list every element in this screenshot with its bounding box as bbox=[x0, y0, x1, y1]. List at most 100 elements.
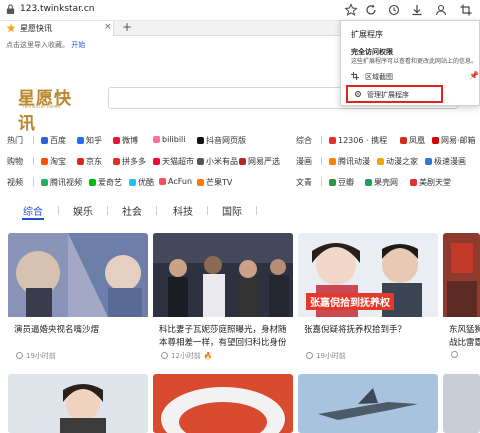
site-logo[interactable]: 星愿快讯 Twinkstar News bbox=[18, 82, 88, 134]
nav-link-acfun[interactable]: AcFun bbox=[159, 177, 192, 186]
nav-row-shopping: 购物 淘宝 京东 拼多多 天猫超市 小米有品 网易严选 漫画 腾讯动漫 动漫之家… bbox=[0, 156, 480, 170]
tab-international[interactable]: 国际 bbox=[222, 203, 242, 218]
nav-category: 热门 bbox=[7, 136, 23, 145]
nav-category: 购物 bbox=[7, 157, 23, 166]
tab-title: 星愿快讯 bbox=[20, 24, 52, 33]
nav-category: 综合 bbox=[296, 136, 312, 145]
jd-icon bbox=[77, 158, 84, 165]
crop-screenshot-icon[interactable] bbox=[459, 3, 473, 17]
address-bar: 123.twinkstar.cn bbox=[0, 0, 480, 21]
nav-link-meiju[interactable]: 美剧天堂 bbox=[410, 177, 451, 188]
guokr-icon bbox=[365, 179, 372, 186]
tab-active[interactable]: 星愿快讯 × bbox=[0, 21, 114, 36]
clock-icon bbox=[161, 352, 168, 359]
nav-link-mgtv[interactable]: 芒果TV bbox=[197, 177, 232, 188]
nav-link-youku[interactable]: 优酷 bbox=[129, 177, 154, 188]
tab-general[interactable]: 综合 bbox=[23, 203, 43, 218]
pin-icon[interactable]: 📌 bbox=[469, 71, 479, 80]
yanxuan-icon bbox=[239, 158, 246, 165]
nav-category: 文青 bbox=[296, 178, 312, 187]
clock-icon bbox=[16, 352, 23, 359]
full-access-heading: 完全访问权限 bbox=[351, 48, 393, 56]
url-text[interactable]: 123.twinkstar.cn bbox=[20, 4, 94, 14]
news-card[interactable]: 东风猛狮战比雷霆 bbox=[443, 233, 480, 368]
pinduoduo-icon bbox=[113, 158, 120, 165]
new-tab-button[interactable]: + bbox=[122, 20, 132, 34]
tencent-video-icon bbox=[41, 179, 48, 186]
history-icon[interactable] bbox=[387, 3, 401, 17]
nav-link-douyin[interactable]: 抖音网页版 bbox=[197, 135, 246, 146]
news-thumbnail bbox=[153, 233, 293, 317]
douban-icon bbox=[329, 179, 336, 186]
jisu-comic-icon bbox=[425, 158, 432, 165]
news-thumbnail bbox=[8, 374, 148, 433]
news-card[interactable] bbox=[8, 374, 148, 433]
nav-link-weibo[interactable]: 微博 bbox=[113, 135, 138, 146]
nav-link-tencent-comic[interactable]: 腾讯动漫 bbox=[329, 156, 370, 167]
nav-link-guokr[interactable]: 果壳网 bbox=[365, 177, 398, 188]
nav-link-douban[interactable]: 豆瓣 bbox=[329, 177, 354, 188]
star-icon[interactable] bbox=[344, 3, 358, 17]
tab-society[interactable]: 社会 bbox=[122, 203, 142, 218]
full-access-description: 这些扩展程序可以查看和更改此网站上的信息。 bbox=[351, 58, 478, 65]
tencent-comic-icon bbox=[329, 158, 336, 165]
nav-link-netease[interactable]: 网易·邮箱 bbox=[432, 135, 476, 146]
news-card[interactable]: 张嘉倪拾到抚养权 张嘉倪疑将抚养权拾到手？ 19小时前 bbox=[298, 233, 438, 368]
nav-link-zhihu[interactable]: 知乎 bbox=[77, 135, 102, 146]
meiju-icon bbox=[410, 179, 417, 186]
download-icon[interactable] bbox=[410, 3, 424, 17]
refresh-icon[interactable] bbox=[364, 3, 378, 17]
category-tabs: 综合 娱乐 社会 科技 国际 bbox=[0, 203, 480, 221]
extensions-popup: 扩展程序 完全访问权限 这些扩展程序可以查看和更改此网站上的信息。 区域截图 📌… bbox=[340, 20, 480, 106]
iqiyi-icon bbox=[89, 179, 96, 186]
news-thumbnail bbox=[298, 374, 438, 433]
news-card[interactable] bbox=[153, 374, 293, 433]
tab-technology[interactable]: 科技 bbox=[173, 203, 193, 218]
news-thumbnail bbox=[8, 233, 148, 317]
tmall-icon bbox=[153, 158, 160, 165]
nav-category: 视频 bbox=[7, 178, 23, 187]
crop-icon bbox=[351, 72, 359, 80]
tab-entertainment[interactable]: 娱乐 bbox=[73, 203, 93, 218]
nav-link-tmall[interactable]: 天猫超市 bbox=[153, 156, 194, 167]
tab-close-icon[interactable]: × bbox=[104, 22, 112, 32]
baidu-icon bbox=[41, 137, 48, 144]
dmzj-icon bbox=[377, 158, 384, 165]
youpin-icon bbox=[197, 158, 204, 165]
nav-link-ifeng[interactable]: 凤凰 bbox=[400, 135, 425, 146]
news-card[interactable] bbox=[443, 374, 480, 433]
nav-link-iqiyi[interactable]: 爱奇艺 bbox=[89, 177, 122, 188]
nav-link-yanxuan[interactable]: 网易严选 bbox=[239, 156, 280, 167]
nav-link-pinduoduo[interactable]: 拼多多 bbox=[113, 156, 146, 167]
nav-link-dmzj[interactable]: 动漫之家 bbox=[377, 156, 418, 167]
nav-row-hot: 热门 百度 知乎 微博 bilibili 抖音网页版 综合 12306 · 携程… bbox=[0, 135, 480, 149]
nav-link-bilibili[interactable]: bilibili bbox=[153, 135, 186, 144]
thumbnail-caption: 张嘉倪拾到抚养权 bbox=[306, 293, 394, 310]
nav-link-baidu[interactable]: 百度 bbox=[41, 135, 66, 146]
nav-category: 漫画 bbox=[296, 157, 312, 166]
clock-icon bbox=[451, 351, 458, 358]
nav-link-jisu-comic[interactable]: 极速漫画 bbox=[425, 156, 466, 167]
news-card[interactable]: 演员逼婚央视名嘴沙熠 19小时前 bbox=[8, 233, 148, 368]
news-thumbnail bbox=[153, 374, 293, 433]
news-card[interactable] bbox=[298, 374, 438, 433]
nav-link-tencent-video[interactable]: 腾讯视频 bbox=[41, 177, 82, 188]
manage-extensions-button[interactable]: 管理扩展程序 bbox=[346, 85, 443, 103]
extensions-title: 扩展程序 bbox=[351, 30, 383, 39]
extension-item-screenshot[interactable]: 区域截图 bbox=[351, 72, 393, 82]
nav-link-jd[interactable]: 京东 bbox=[77, 156, 102, 167]
bookmark-import-link[interactable]: 开始 bbox=[71, 41, 85, 49]
news-thumbnail bbox=[443, 374, 480, 433]
netease-icon bbox=[432, 137, 439, 144]
bilibili-icon bbox=[153, 136, 160, 143]
favicon-star-icon bbox=[6, 23, 16, 33]
weibo-icon bbox=[113, 137, 120, 144]
nav-link-12306[interactable]: 12306 · 携程 bbox=[329, 135, 387, 146]
account-icon[interactable] bbox=[434, 3, 448, 17]
youku-icon bbox=[129, 179, 136, 186]
news-card[interactable]: 科比妻子瓦妮莎庭照曝光，身材随本尊相差一样，有望回归科比身份 12小时前 🔥 bbox=[153, 233, 293, 368]
clock-icon bbox=[306, 352, 313, 359]
active-tab-underline bbox=[22, 218, 44, 220]
nav-link-youpin[interactable]: 小米有品 bbox=[197, 156, 238, 167]
nav-link-taobao[interactable]: 淘宝 bbox=[41, 156, 66, 167]
